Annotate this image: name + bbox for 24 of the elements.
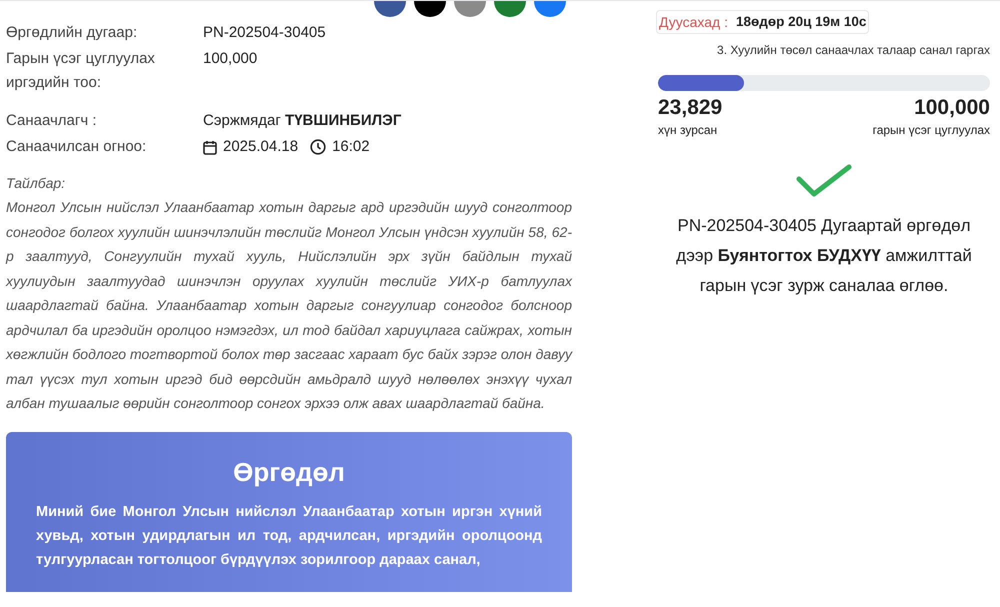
countdown-value: 18өдөр 20ц 19м 10с (736, 12, 866, 31)
check-icon (796, 163, 852, 199)
field-label: Гарын үсэг цуглуулах иргэдийн тоо: (6, 49, 156, 93)
field-value: 100,000 (203, 49, 258, 69)
category-text: 3. Хуулийн төсөл санаачлах талаар санал гаргах (716, 42, 990, 59)
goal-label: гарын үсэг цуглуулах (872, 122, 990, 139)
field-label: Санаачилсан огноо: (6, 137, 148, 157)
time-text: 16:02 (332, 137, 370, 157)
petition-text: Миний бие Монгол Улсын нийслэл Улаанбаатар хотын иргэн хүний хувьд, хотын удирдлагын ил тод, ардчилсан, иргэдийн оролцоонд тулгуурласан тогтолцоог бүрдүүлэх зорилгоор дараах санал, (36, 502, 542, 570)
date-text: 2025.04.18 (223, 137, 298, 157)
description-label: Тайлбар: (6, 174, 66, 193)
field-label: Санаачлагч : (6, 111, 98, 131)
clock-icon (310, 139, 326, 155)
field-label: Өргөдлийн дугаар: (6, 23, 138, 43)
signed-label: хүн зурсан (658, 122, 718, 139)
signed-count: 23,829 (658, 95, 722, 121)
goal-count: 100,000 (914, 95, 990, 121)
countdown-label: Дуусахад : (659, 12, 728, 32)
petition-title: Өргөдөл (232, 456, 346, 488)
calendar-icon (203, 140, 217, 154)
description-text: Монгол Улсын нийслэл Улаанбаатар хотын даргыг ард иргэдийн шууд сонголтоор сонгодог болгох хуулийн шинэчлэлийн төслийг Монгол Улсын үндсэн хуулийн 58, 62-р заалтууд, Сонгуулийн тухай хууль, Нийслэлийн эрх зүйн байдлын тухай хуулиудын заалтуудад шинэчлэн оруулах хуулийн төслийг УИХ-р батлуулах шаардлагтай байна. Улаанбаатар хотын даргыг сонгуулиар сонгодог болсноор ардчилал ба иргэдийн оролцоо нэмэгдэх, ил тод байдал хариуцлага сайжрах, хотын хөгжлийн бодлого тогтвортой болох төр засгаас хараат бус байх зэрэг олон давуу тал үүсэх тул хотын иргэд бид өөрсдийн амьдралд шууд нөлөөлөх энэхүү чухал албан тушаалыг өөрийн сонголтоор сонгох эрхээ олж авах шаардлагтай байна. (6, 198, 574, 413)
field-value: PN-202504-30405 (203, 23, 327, 43)
initiator-name: Сэржмядаг ТҮВШИНБИЛЭГ (203, 111, 402, 131)
success-message: PN-202504-30405 Дугаартай өргөдөл дээр Буянтогтох БУДХҮҮ амжилттай гарын үсэг зурж саналаа өглөө. (675, 215, 973, 297)
